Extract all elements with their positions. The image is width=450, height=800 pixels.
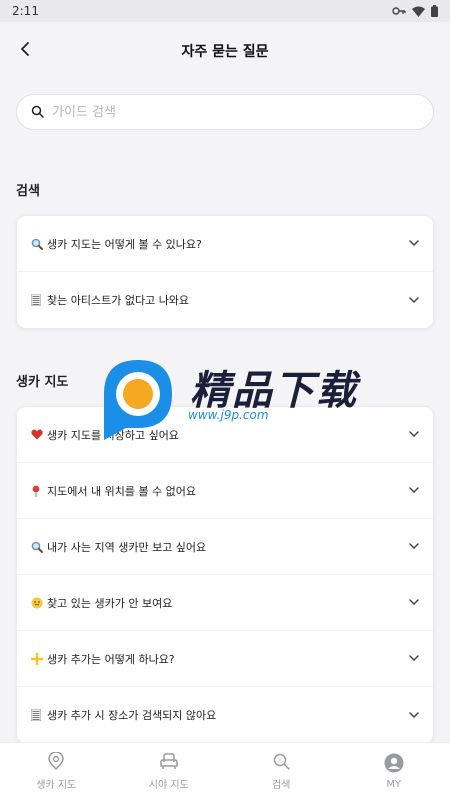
faq-question: 생카 추가 시 장소가 검색되지 않아요 — [47, 709, 217, 722]
faq-item[interactable]: 생카 지도는 어떻게 볼 수 있나요? — [17, 216, 433, 272]
faq-card-search: 생카 지도는 어떻게 볼 수 있나요? 찾는 아티스트가 없다고 나와요 — [16, 215, 434, 329]
heart-emoji-icon — [31, 429, 43, 441]
faq-item[interactable]: 생카 추가 시 장소가 검색되지 않아요 — [17, 687, 433, 743]
faq-question: 찾는 아티스트가 없다고 나와요 — [47, 294, 190, 307]
face-emoji-icon — [31, 597, 43, 609]
search-input[interactable] — [52, 104, 419, 120]
search-icon — [273, 753, 290, 773]
nav-label: MY — [386, 779, 402, 790]
back-button[interactable] — [14, 40, 36, 62]
chevron-down-icon — [409, 711, 419, 719]
search-container — [0, 80, 450, 130]
faq-question: 지도에서 내 위치를 볼 수 없어요 — [47, 484, 197, 498]
faq-item[interactable]: 생카 추가는 어떻게 하나요? — [17, 631, 433, 687]
wifi-icon — [412, 6, 425, 17]
faq-item[interactable]: 생카 지도를 저장하고 싶어요 — [17, 407, 433, 463]
battery-icon — [431, 5, 438, 17]
header: 자주 묻는 질문 — [0, 22, 450, 80]
section-title-map: 생카 지도 — [16, 375, 69, 390]
nav-tab-search[interactable]: 검색 — [231, 753, 331, 791]
list-emoji-icon — [30, 293, 43, 307]
key-icon — [392, 6, 406, 16]
chevron-left-icon — [19, 41, 31, 61]
faq-question: 생카 지도를 저장하고 싶어요 — [47, 428, 179, 442]
faq-question: 내가 사는 지역 생카만 보고 싶어요 — [47, 540, 207, 554]
nav-label: 검색 — [272, 779, 291, 791]
chevron-down-icon — [409, 599, 419, 606]
chevron-down-icon — [409, 543, 419, 550]
search-bar[interactable] — [16, 94, 434, 130]
faq-question: 생카 추가는 어떻게 하나요? — [47, 652, 175, 666]
nav-label: 시야 지도 — [148, 779, 189, 791]
faq-item[interactable]: 찾는 아티스트가 없다고 나와요 — [17, 272, 433, 328]
nav-tab-sight-map[interactable]: 시야 지도 — [119, 752, 219, 791]
seat-icon — [160, 752, 178, 773]
section-title-search: 검색 — [16, 184, 40, 199]
faq-item[interactable]: 찾고 있는 생카가 안 보여요 — [17, 575, 433, 631]
page-title: 자주 묻는 질문 — [181, 44, 269, 60]
bottom-nav: 생카 지도 시야 지도 검색 MY — [0, 742, 450, 800]
list-emoji-icon — [30, 708, 43, 722]
map-pin-icon — [48, 751, 65, 773]
pin-emoji-icon — [31, 485, 43, 497]
chevron-down-icon — [409, 487, 419, 494]
chevron-down-icon — [409, 296, 419, 304]
chevron-down-icon — [409, 240, 419, 247]
profile-icon — [384, 753, 404, 776]
status-time: 2:11 — [12, 4, 39, 18]
chevron-down-icon — [409, 431, 419, 438]
nav-label: 생카 지도 — [36, 780, 77, 791]
faq-question: 생카 지도는 어떻게 볼 수 있나요? — [47, 237, 202, 251]
faq-item[interactable]: 지도에서 내 위치를 볼 수 없어요 — [17, 463, 433, 519]
status-bar: 2:11 — [0, 0, 450, 22]
faq-question: 찾고 있는 생카가 안 보여요 — [47, 596, 173, 610]
magnifier-emoji-icon — [31, 238, 43, 250]
chevron-down-icon — [409, 655, 419, 662]
faq-item[interactable]: 내가 사는 지역 생카만 보고 싶어요 — [17, 519, 433, 575]
nav-tab-my[interactable]: MY — [344, 753, 444, 790]
nav-tab-saengka-map[interactable]: 생카 지도 — [6, 751, 106, 791]
faq-card-map: 생카 지도를 저장하고 싶어요 지도에서 내 위치를 볼 수 없어요 내가 사는… — [16, 406, 434, 744]
plus-emoji-icon — [30, 651, 44, 666]
magnifier-emoji-icon — [31, 541, 43, 553]
search-icon — [31, 103, 44, 122]
status-icons — [392, 5, 438, 17]
